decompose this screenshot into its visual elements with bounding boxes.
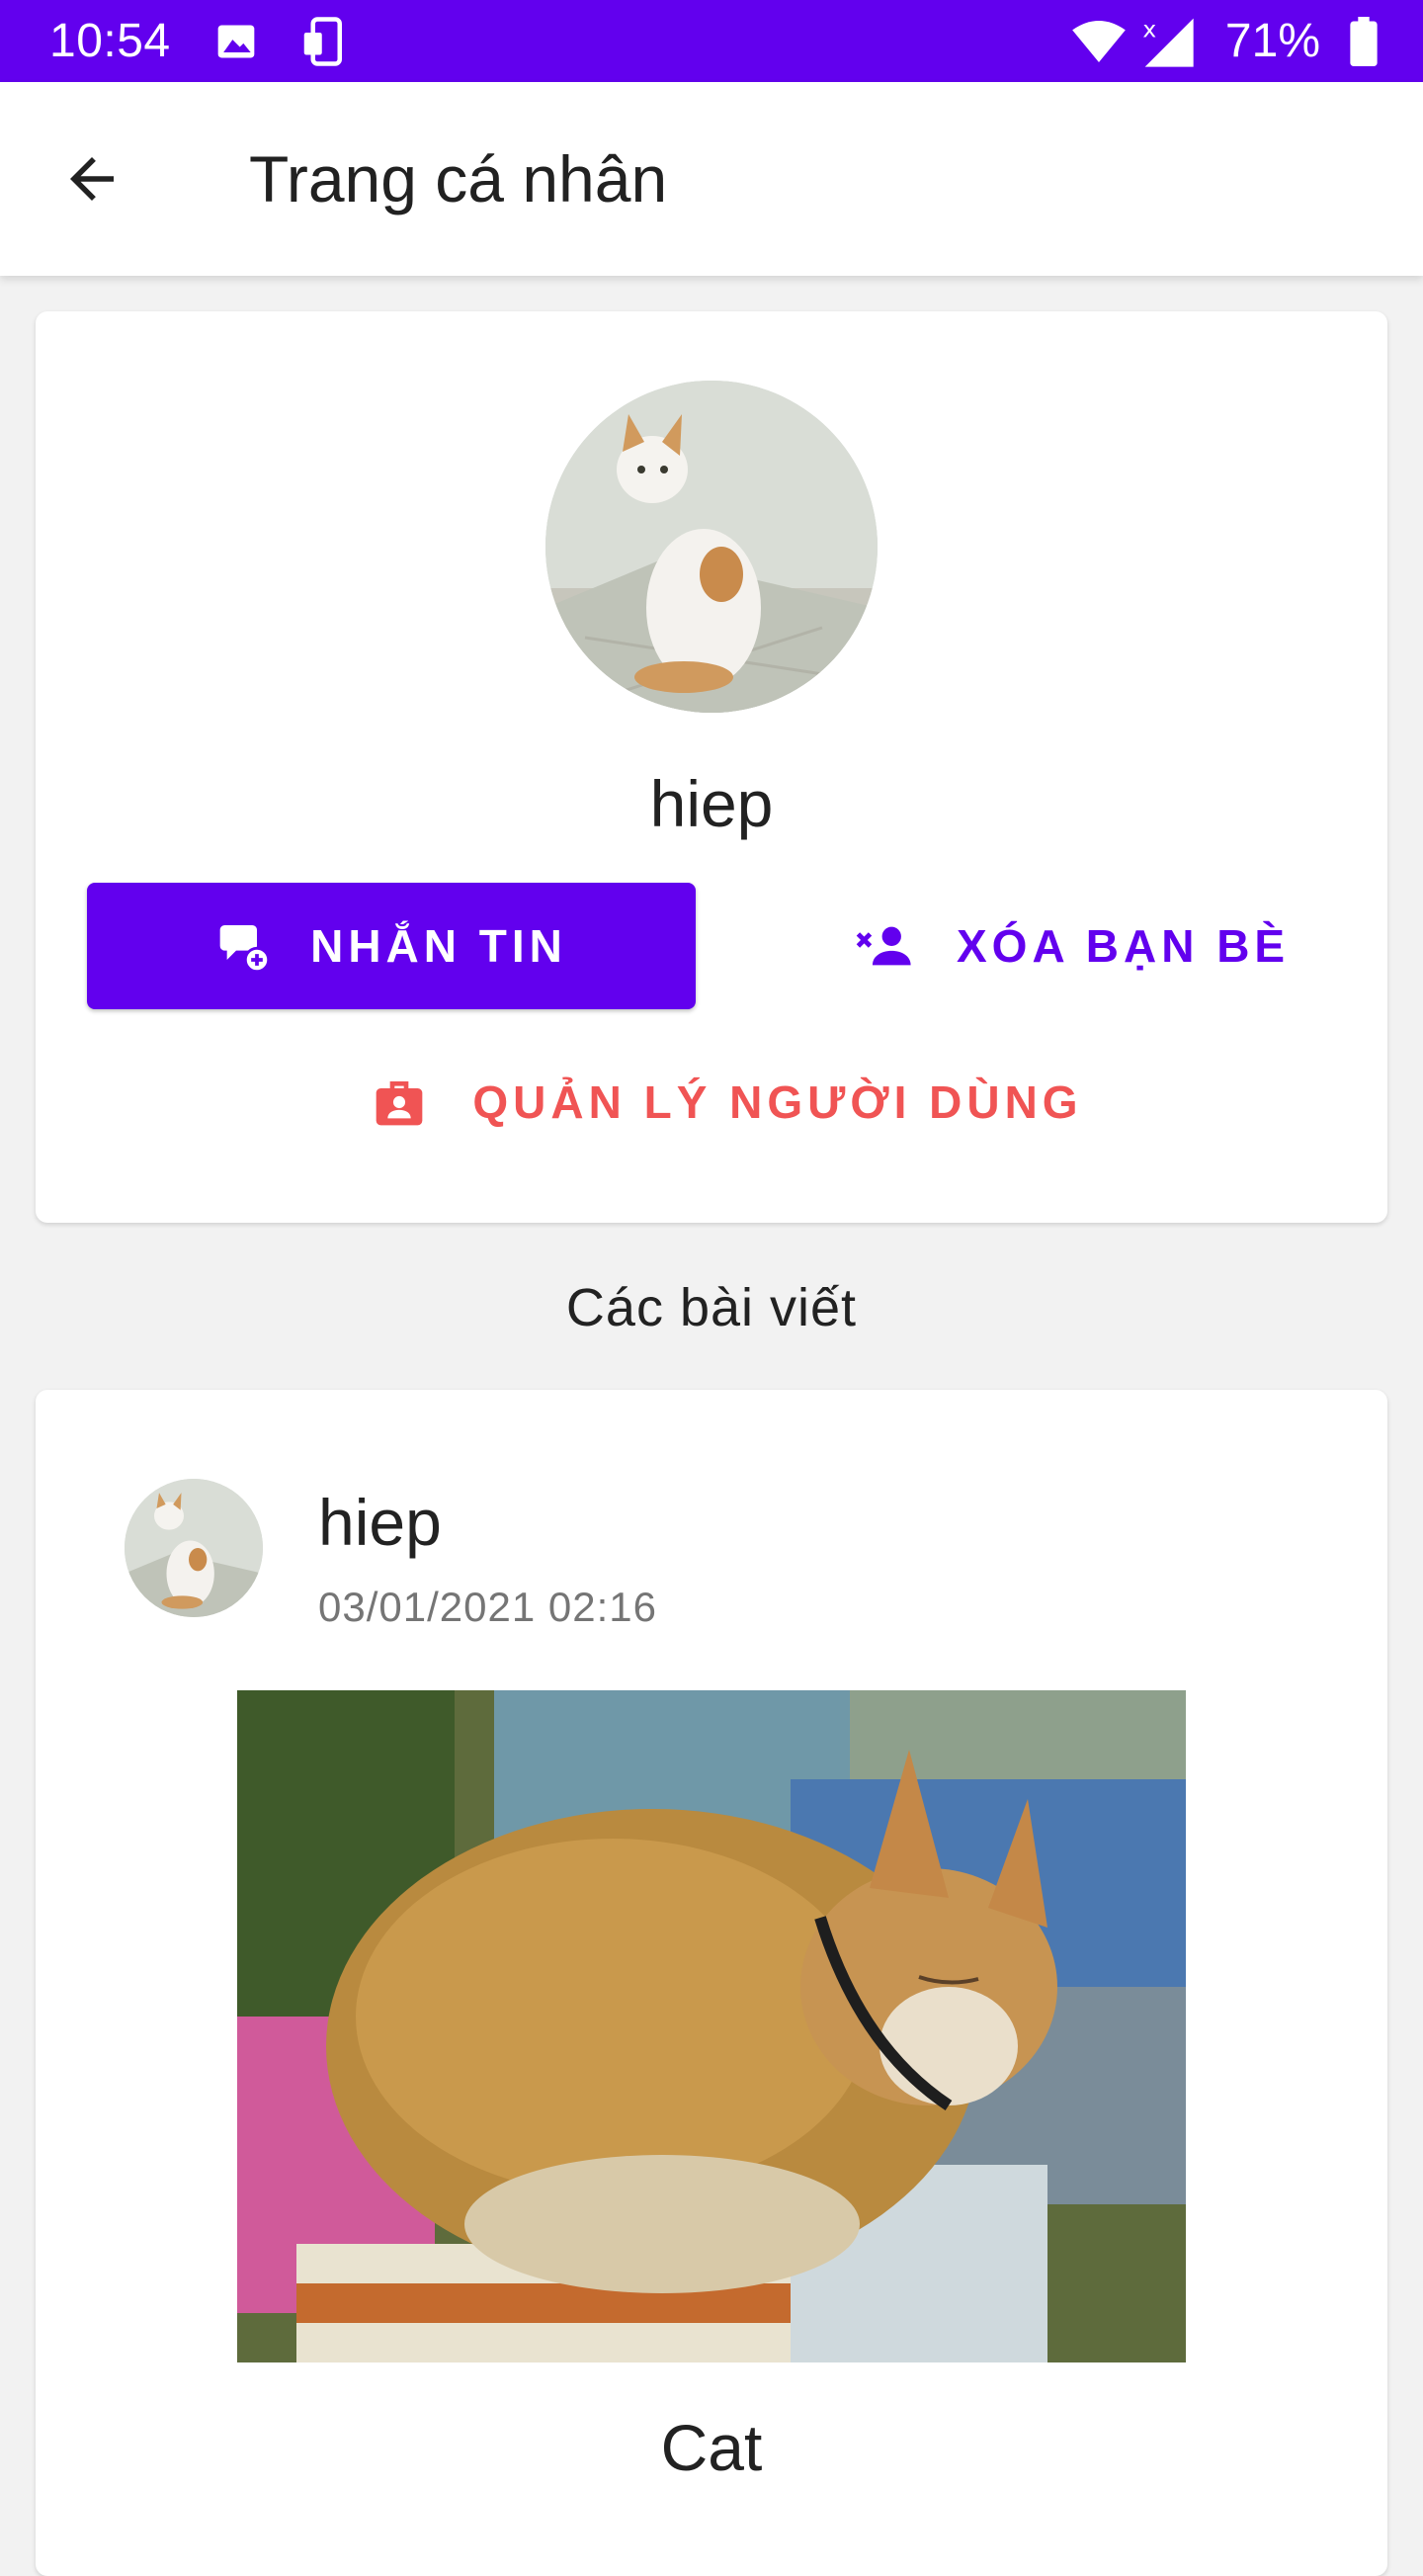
post-timestamp: 03/01/2021 02:16 bbox=[318, 1584, 657, 1630]
battery-icon bbox=[1350, 16, 1378, 66]
profile-card: hiep NHẮN TIN XÓA BẠN BÈ QUẢN LÝ NGƯỜI D… bbox=[36, 311, 1387, 1223]
post-author-avatar[interactable] bbox=[125, 1479, 263, 1617]
post-image[interactable] bbox=[237, 1690, 1186, 2362]
post-author-name[interactable]: hiep bbox=[318, 1485, 442, 1560]
signal-icon: x bbox=[1142, 15, 1194, 67]
cat-avatar-photo bbox=[125, 1479, 263, 1617]
badge-icon bbox=[377, 1081, 423, 1126]
unfriend-button-label: XÓA BẠN BÈ bbox=[957, 920, 1291, 972]
message-button-label: NHẮN TIN bbox=[310, 920, 567, 972]
svg-text:x: x bbox=[1142, 15, 1156, 43]
manage-user-button-label: QUẢN LÝ NGƯỜI DÙNG bbox=[472, 1076, 1083, 1128]
chat-add-icon bbox=[219, 925, 271, 974]
post-card[interactable]: hiep 03/01/2021 02:16 Cat bbox=[36, 1390, 1387, 2576]
cat-photo bbox=[237, 1690, 1186, 2362]
device-icon bbox=[303, 16, 342, 66]
post-caption: Cat bbox=[660, 2411, 763, 2484]
battery-percent: 71% bbox=[1224, 15, 1320, 67]
wifi-icon bbox=[1072, 20, 1126, 62]
app-bar: Trang cá nhân bbox=[0, 82, 1423, 276]
cat-avatar-photo bbox=[545, 381, 878, 713]
status-time: 10:54 bbox=[49, 15, 171, 67]
profile-name: hiep bbox=[649, 767, 774, 840]
unfriend-button[interactable]: XÓA BẠN BÈ bbox=[787, 883, 1340, 1009]
person-remove-icon bbox=[856, 926, 911, 966]
status-left: 10:54 bbox=[49, 14, 390, 68]
image-icon bbox=[217, 25, 254, 57]
manage-user-button[interactable]: QUẢN LÝ NGƯỜI DÙNG bbox=[362, 1043, 1093, 1161]
posts-heading: Các bài viết bbox=[565, 1278, 858, 1337]
status-bar: 10:54 x 71% bbox=[0, 0, 1423, 82]
page-title: Trang cá nhân bbox=[249, 142, 668, 215]
status-right: x 71% bbox=[1057, 14, 1378, 69]
avatar[interactable] bbox=[545, 381, 878, 713]
message-button[interactable]: NHẮN TIN bbox=[87, 883, 696, 1009]
arrow-back-icon bbox=[70, 157, 114, 201]
back-button[interactable] bbox=[38, 125, 146, 233]
